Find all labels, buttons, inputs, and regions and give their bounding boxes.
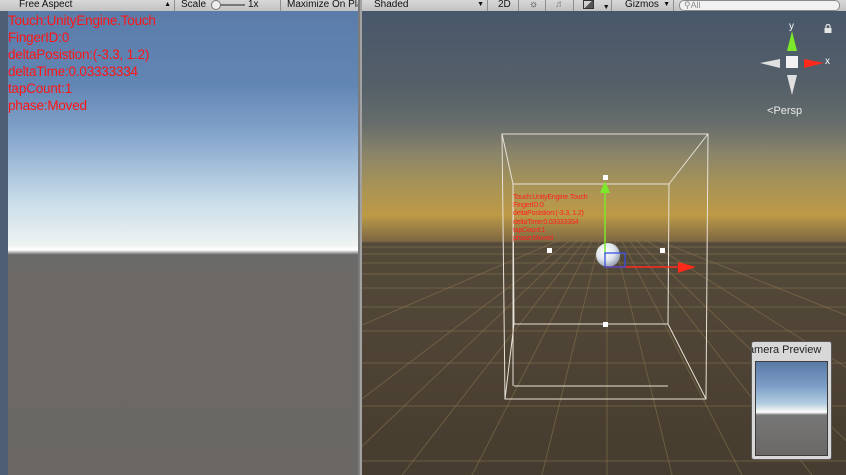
camera-preview-title: Camera Preview — [752, 344, 822, 356]
gizmos-dropdown[interactable]: Gizmos ▼ — [619, 0, 674, 11]
panel-divider[interactable] — [358, 0, 360, 475]
finger-id-line: FingerID:0 — [513, 202, 544, 210]
gizmo-x-label: x — [825, 56, 830, 67]
touch-line: Touch:UnityEngine.Touch — [513, 194, 588, 201]
finger-id-line: FingerID:0 — [8, 30, 70, 45]
camera-preview-image — [755, 361, 828, 456]
gizmos-label: Gizmos — [625, 0, 659, 10]
y-arrow-icon — [600, 181, 610, 193]
image-icon[interactable]: ▼ — [578, 0, 612, 11]
sun-icon[interactable]: ☼ — [524, 0, 546, 11]
tap-count-line: tapCount:1 — [513, 226, 546, 234]
touch-line: Touch:UnityEngine.Touch — [8, 13, 156, 28]
search-placeholder: All — [690, 0, 701, 10]
phase-line: phase:Moved — [513, 235, 553, 243]
chevron-down-icon: ▼ — [663, 1, 670, 8]
game-view[interactable]: Free Aspect ▲ Scale 1x Maximize On Play … — [0, 0, 360, 475]
delta-time-line: deltaTime:0.03333334 — [8, 64, 138, 79]
scale-label: Scale — [181, 0, 207, 10]
draw-mode-dropdown[interactable]: Shaded ▼ — [362, 0, 488, 11]
scale-value: 1x — [248, 0, 259, 10]
lock-icon[interactable] — [824, 24, 832, 33]
tap-count-line: tapCount:1 — [8, 81, 73, 96]
chevron-updown-icon: ▲ — [164, 1, 171, 8]
chevron-down-icon: ▼ — [477, 1, 484, 8]
orientation-gizmo — [760, 31, 824, 95]
scale-slider-group[interactable]: Scale 1x — [175, 0, 281, 11]
mode-2d-button[interactable]: 2D — [492, 0, 519, 11]
maximize-label: Maximize On Play — [287, 0, 360, 10]
scale-slider-thumb[interactable] — [211, 0, 221, 10]
aspect-label: Free Aspect — [19, 0, 73, 10]
phase-line: phase:Moved — [8, 98, 87, 113]
x-arrow-icon — [678, 262, 696, 273]
aspect-dropdown[interactable]: Free Aspect ▲ — [0, 0, 175, 11]
delta-position-line: deltaPosistion:(-3.3, 1.2) — [513, 210, 584, 218]
delta-time-line: deltaTime:0.03333334 — [513, 218, 579, 226]
game-view-edge — [0, 11, 8, 475]
speaker-icon[interactable]: ♬ — [550, 0, 574, 11]
mode-2d-label: 2D — [498, 0, 511, 10]
projection-toggle[interactable]: <Persp — [767, 105, 802, 117]
touch-info-overlay: Touch:UnityEngine.Touch FingerID:0 delta… — [8, 12, 156, 114]
scene-text-label: Touch:UnityEngine.Touch FingerID:0 delta… — [513, 194, 588, 243]
delta-position-line: deltaPosistion:(-3.3, 1.2) — [8, 47, 150, 62]
gizmo-y-label: y — [789, 21, 794, 32]
search-icon: ⚲ — [684, 0, 691, 10]
scene-view[interactable]: Shaded ▼ 2D ☼ ♬ ▼ Gizmos ▼ ⚲All Touch:Un… — [362, 0, 846, 475]
scene-search-input[interactable]: ⚲All — [679, 0, 840, 11]
projection-label: Persp — [773, 105, 803, 117]
sphere-object — [596, 243, 620, 267]
camera-preview-panel: Camera Preview — [751, 341, 832, 460]
draw-mode-label: Shaded — [374, 0, 409, 10]
maximize-on-play-button[interactable]: Maximize On Play — [281, 0, 360, 11]
